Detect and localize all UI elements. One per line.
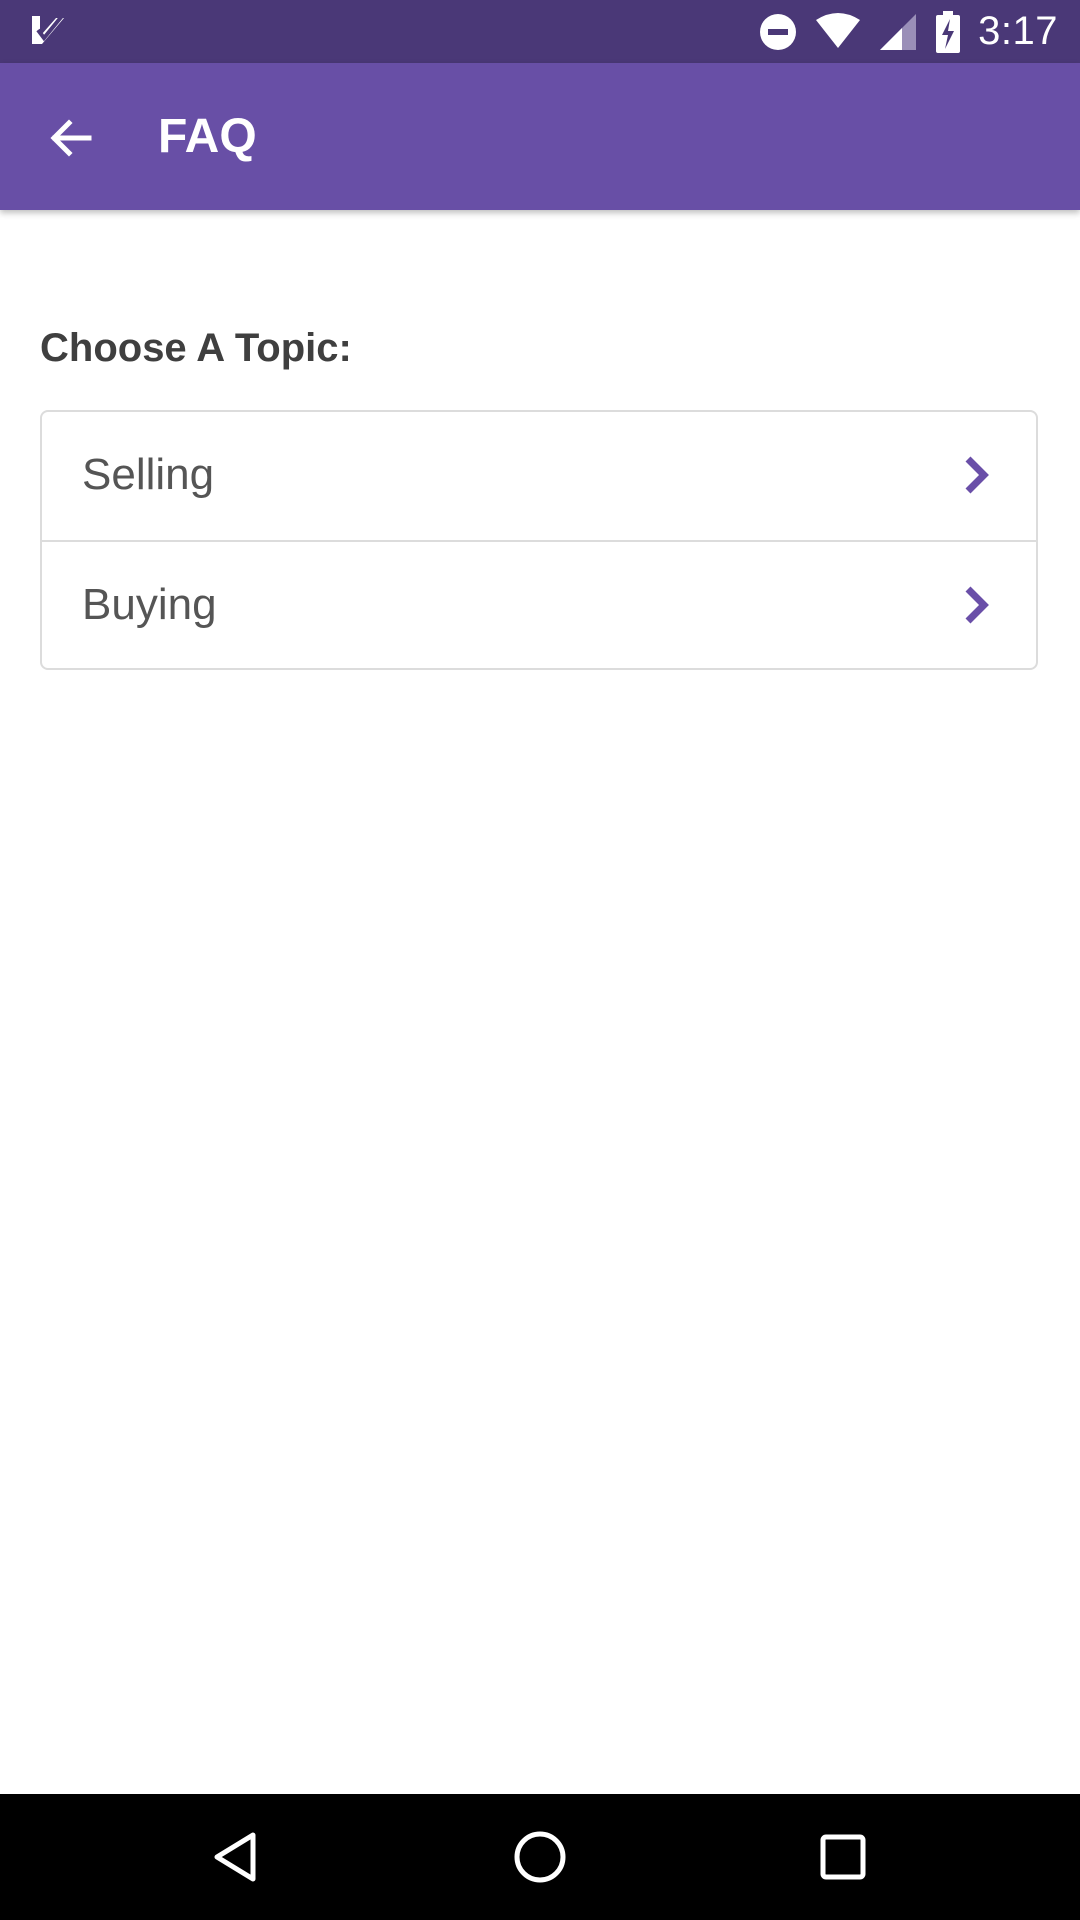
faq-screen: 3:17 FAQ Choose A Topic: Selling Buying	[0, 0, 1080, 1920]
status-bar: 3:17	[0, 0, 1080, 63]
topic-item-buying[interactable]: Buying	[42, 540, 1036, 668]
app-notification-icon	[32, 14, 64, 44]
back-button[interactable]	[36, 103, 106, 173]
status-icons: 3:17	[758, 0, 1058, 63]
chevron-right-icon	[965, 456, 989, 494]
recents-square-icon[interactable]	[813, 1827, 873, 1887]
chevron-right-icon	[965, 586, 989, 624]
arrow-back-icon	[50, 119, 92, 157]
back-triangle-icon[interactable]	[207, 1827, 267, 1887]
topic-label: Selling	[82, 450, 215, 499]
battery-charging-icon	[936, 10, 961, 53]
topic-item-selling[interactable]: Selling	[42, 412, 1036, 540]
navigation-bar	[0, 1794, 1080, 1920]
app-bar: FAQ	[0, 63, 1080, 210]
wifi-icon	[816, 12, 861, 48]
cell-signal-icon	[880, 13, 917, 50]
status-time: 3:17	[978, 9, 1058, 53]
topic-heading: Choose A Topic:	[40, 326, 352, 370]
do-not-disturb-icon	[760, 13, 797, 50]
topic-label: Buying	[82, 580, 217, 629]
page-title: FAQ	[158, 110, 257, 163]
home-circle-icon[interactable]	[510, 1827, 570, 1887]
topic-list: Selling Buying	[40, 410, 1038, 670]
